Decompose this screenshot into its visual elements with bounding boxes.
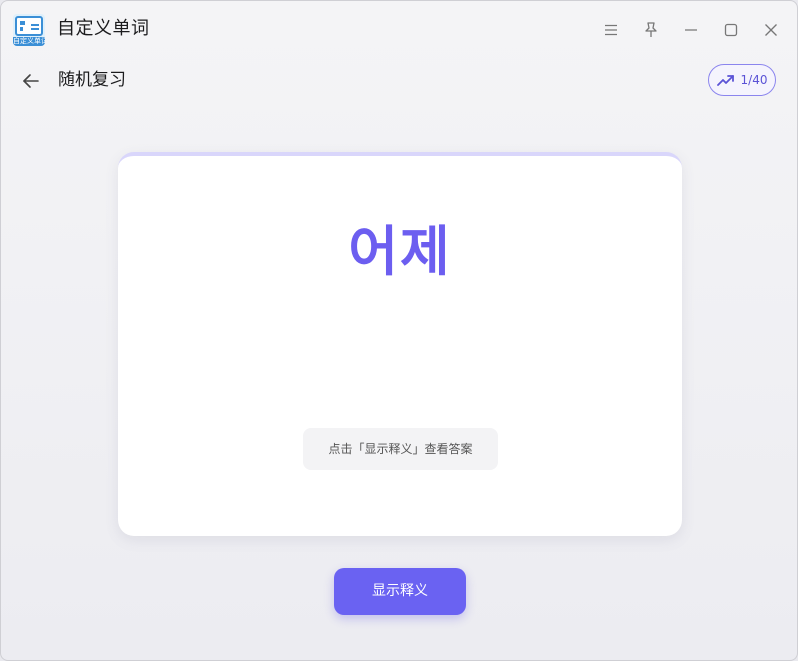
pin-icon <box>645 22 657 37</box>
vocabulary-book-icon: 自定义单词 <box>13 14 45 46</box>
progress-badge[interactable]: 1/40 <box>708 64 776 96</box>
minimize-button[interactable] <box>676 15 706 45</box>
app-window: 自定义单词 自定义单词 随机复习 1/40 어제 点击「显示释义」查看答案 显示… <box>0 0 798 661</box>
answer-hint: 点击「显示释义」查看答案 <box>303 428 498 470</box>
app-title: 自定义单词 <box>57 18 150 39</box>
maximize-button[interactable] <box>716 15 746 45</box>
arrow-left-icon <box>23 74 39 88</box>
back-button[interactable] <box>17 67 45 95</box>
pin-button[interactable] <box>636 15 666 45</box>
minimize-icon <box>685 29 697 31</box>
book-cover <box>15 16 43 36</box>
hamburger-menu-icon <box>605 24 617 36</box>
trending-up-icon <box>716 75 734 86</box>
menu-button[interactable] <box>596 15 626 45</box>
show-definition-button[interactable]: 显示释义 <box>334 568 466 615</box>
title-bar: 自定义单词 自定义单词 <box>1 1 797 57</box>
page-title: 随机复习 <box>58 70 126 90</box>
close-icon <box>765 24 777 36</box>
flashcard[interactable]: 어제 点击「显示释义」查看答案 <box>118 152 682 536</box>
flashcard-word: 어제 <box>348 220 452 283</box>
progress-count: 1/40 <box>740 73 768 87</box>
maximize-icon <box>724 23 738 37</box>
close-button[interactable] <box>756 15 786 45</box>
app-icon-label: 自定义单词 <box>13 37 45 46</box>
